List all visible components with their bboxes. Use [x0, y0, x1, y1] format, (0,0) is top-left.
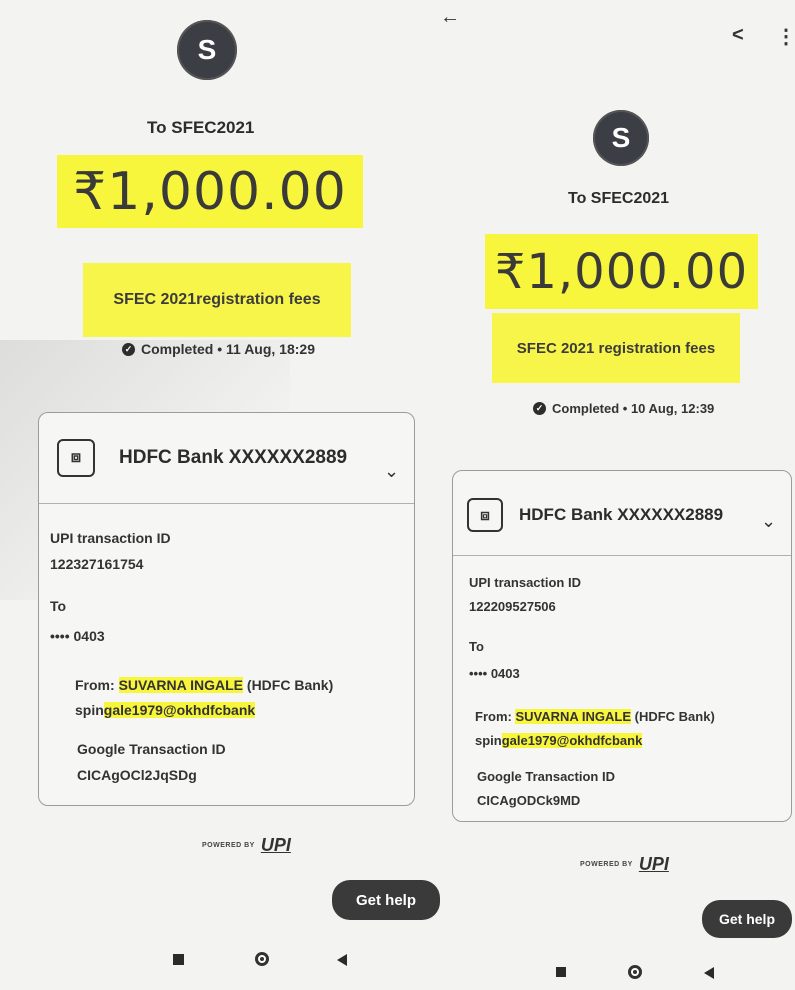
bank-icon: ⧈ — [467, 498, 503, 532]
recent-apps-icon[interactable] — [173, 954, 184, 965]
back-nav-icon[interactable] — [704, 967, 714, 979]
payment-status: ✓ Completed • 10 Aug, 12:39 — [533, 401, 714, 416]
upi-text: UPI — [638, 854, 669, 874]
from-prefix: From: — [475, 709, 516, 724]
from-vpa: spingale1979@okhdfcbank — [475, 733, 643, 748]
from-name: SUVARNA INGALE — [118, 677, 244, 693]
upi-transaction-id-value: 122209527506 — [469, 599, 556, 614]
check-circle-icon: ✓ — [122, 342, 135, 356]
from-bank: (HDFC Bank) — [631, 709, 715, 724]
bank-account-row[interactable]: ⧈ HDFC Bank XXXXXX2889 — [57, 433, 414, 483]
home-icon[interactable] — [255, 952, 269, 966]
google-transaction-id-value: CICAgODCk9MD — [477, 793, 581, 808]
upi-text: UPI — [260, 835, 291, 855]
transaction-details-card: ⧈ HDFC Bank XXXXXX2889 ⌄ UPI transaction… — [38, 412, 415, 806]
payee-avatar: S — [177, 20, 237, 80]
transaction-details-card: ⧈ HDFC Bank XXXXXX2889 ⌄ UPI transaction… — [452, 470, 792, 822]
powered-by-text: POWERED BY — [580, 861, 633, 868]
vpa-prefix: spin — [75, 702, 104, 718]
to-heading: To — [469, 639, 484, 654]
divider — [39, 503, 414, 504]
from-line: From: SUVARNA INGALE (HDFC Bank) — [75, 677, 333, 693]
payment-note: SFEC 2021 registration fees — [492, 313, 740, 383]
check-circle-icon: ✓ — [533, 402, 546, 415]
from-name: SUVARNA INGALE — [515, 709, 632, 724]
vpa-prefix: spin — [475, 733, 502, 748]
from-prefix: From: — [75, 677, 119, 693]
payee-name: To SFEC2021 — [147, 118, 255, 137]
receipt-left: S To SFEC2021 ₹1,000.00 SFEC 2021registr… — [0, 0, 440, 990]
back-arrow-icon[interactable]: ← — [440, 6, 460, 29]
payment-amount: ₹1,000.00 — [485, 234, 758, 309]
from-bank: (HDFC Bank) — [243, 677, 334, 693]
to-account-value: •••• 0403 — [50, 628, 105, 644]
powered-by-text: POWERED BY — [202, 842, 255, 849]
payment-note: SFEC 2021registration fees — [83, 263, 351, 337]
share-icon[interactable]: < — [732, 24, 744, 47]
bank-account-row[interactable]: ⧈ HDFC Bank XXXXXX2889 — [467, 495, 791, 535]
to-heading: To — [50, 598, 67, 614]
payee-avatar: S — [593, 110, 649, 166]
back-nav-icon[interactable] — [337, 954, 347, 966]
chevron-down-icon[interactable]: ⌄ — [761, 511, 776, 532]
bank-account-name: HDFC Bank XXXXXX2889 — [119, 447, 348, 468]
payment-status: ✓ Completed • 11 Aug, 18:29 — [122, 341, 315, 357]
payment-amount: ₹1,000.00 — [57, 155, 363, 228]
bank-account-name: HDFC Bank XXXXXX2889 — [519, 505, 724, 524]
to-account-value: •••• 0403 — [469, 666, 520, 681]
powered-by-upi-logo: POWERED BY UPI — [580, 854, 669, 875]
recent-apps-icon[interactable] — [556, 967, 566, 977]
get-help-button[interactable]: Get help — [332, 880, 440, 920]
chevron-down-icon[interactable]: ⌄ — [384, 461, 399, 482]
vpa-highlighted: gale1979@okhdfcbank — [103, 702, 256, 718]
status-text: Completed • 10 Aug, 12:39 — [552, 401, 715, 416]
google-transaction-id-label: Google Transaction ID — [477, 769, 615, 784]
payee-name: To SFEC2021 — [568, 190, 670, 207]
from-line: From: SUVARNA INGALE (HDFC Bank) — [475, 709, 715, 724]
upi-transaction-id-label: UPI transaction ID — [469, 575, 581, 590]
receipt-right: ← < ⋮ S To SFEC2021 ₹1,000.00 SFEC 2021 … — [440, 0, 795, 990]
more-options-icon[interactable]: ⋮ — [776, 24, 795, 49]
google-transaction-id-label: Google Transaction ID — [77, 741, 226, 757]
avatar-letter: S — [197, 34, 217, 65]
avatar-letter: S — [611, 122, 631, 153]
vpa-highlighted: gale1979@okhdfcbank — [501, 733, 643, 748]
google-transaction-id-value: CICAgOCl2JqSDg — [77, 767, 197, 783]
bank-icon: ⧈ — [57, 439, 95, 477]
upi-transaction-id-label: UPI transaction ID — [50, 530, 171, 546]
get-help-button[interactable]: Get help — [702, 900, 792, 938]
powered-by-upi-logo: POWERED BY UPI — [202, 835, 291, 856]
upi-transaction-id-value: 122327161754 — [50, 556, 144, 572]
home-icon[interactable] — [628, 965, 642, 979]
status-text: Completed • 11 Aug, 18:29 — [141, 341, 315, 357]
from-vpa: spingale1979@okhdfcbank — [75, 702, 256, 718]
divider — [453, 555, 791, 556]
